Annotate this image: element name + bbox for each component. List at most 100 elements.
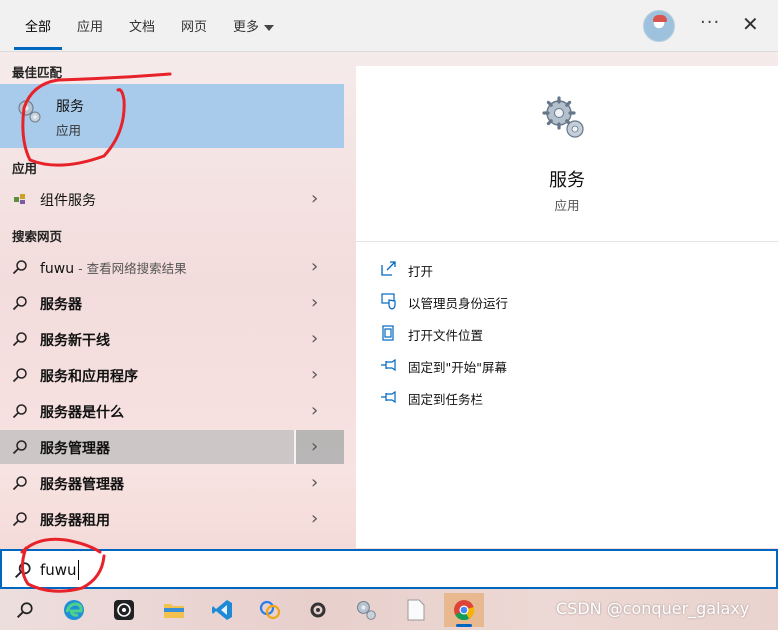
web-result-label: 服务器租用 (40, 513, 110, 529)
action-pin-to-start[interactable]: 固定到"开始"屏幕 (376, 354, 676, 378)
search-icon (12, 260, 27, 275)
action-pin-to-taskbar[interactable]: 固定到任务栏 (376, 386, 676, 410)
chevron-right-icon[interactable]: › (311, 256, 318, 277)
folder-icon (164, 604, 184, 618)
active-tab-indicator (14, 47, 62, 50)
more-options-icon[interactable]: ··· (700, 12, 720, 33)
web-result[interactable]: 服务器 › (0, 286, 344, 320)
best-match-subtitle: 应用 (56, 123, 82, 138)
chevron-right-icon[interactable]: › (311, 328, 318, 349)
document-icon (407, 599, 425, 621)
web-result-label: 服务和应用程序 (40, 369, 138, 385)
detail-panel: 服务 应用 打开 以管理员身份运行 打开文件位置 固定到"开始"屏幕 固定到任务… (356, 66, 778, 548)
chevron-right-icon[interactable]: › (311, 508, 318, 529)
search-icon (12, 332, 27, 347)
section-apps: 应用 (12, 161, 38, 176)
taskbar-search-button[interactable] (4, 593, 44, 627)
section-best-match: 最佳匹配 (12, 65, 63, 80)
search-icon (12, 296, 27, 311)
edge-browser-icon (64, 600, 84, 620)
taskbar-notepad[interactable] (396, 593, 436, 627)
web-result-hovered[interactable]: 服务管理器 › (0, 430, 344, 464)
search-icon (12, 476, 27, 491)
chevron-right-icon[interactable]: › (311, 400, 318, 421)
tab-web[interactable]: 网页 (181, 16, 207, 35)
chevron-right-icon[interactable]: › (311, 472, 318, 493)
web-result[interactable]: 服务和应用程序 › (0, 358, 344, 392)
taskbar-settings[interactable] (298, 593, 338, 627)
search-box (0, 549, 778, 589)
taskbar-vscode[interactable] (202, 593, 242, 627)
chevron-right-icon[interactable]: › (311, 292, 318, 313)
taskbar-file-explorer[interactable] (154, 593, 194, 627)
app-icon (259, 600, 281, 620)
web-result[interactable]: 服务器管理器 › (0, 466, 344, 500)
divider (356, 241, 778, 242)
watermark: CSDN @conquer_galaxy (556, 599, 750, 618)
avatar[interactable] (643, 10, 675, 42)
taskbar-services[interactable] (346, 593, 386, 627)
web-result-label: 服务器管理器 (40, 477, 124, 493)
search-icon (12, 440, 27, 455)
chatgpt-icon (114, 600, 134, 620)
search-icon (12, 512, 27, 527)
tab-documents[interactable]: 文档 (129, 16, 155, 35)
action-label: 固定到任务栏 (408, 392, 484, 407)
taskbar: CSDN @conquer_galaxy (0, 589, 778, 630)
component-services-icon (14, 194, 25, 204)
vscode-icon (212, 600, 232, 620)
chevron-right-icon[interactable]: › (311, 188, 318, 209)
services-gear-icon (357, 601, 376, 620)
web-result[interactable]: 服务器租用 › (0, 502, 344, 536)
chevron-right-icon[interactable]: › (311, 364, 318, 385)
taskbar-chatgpt[interactable] (104, 593, 144, 627)
taskbar-app[interactable] (250, 593, 290, 627)
web-result[interactable]: fuwu - 查看网络搜索结果 › (0, 250, 344, 284)
web-result-label: 服务器是什么 (40, 405, 124, 421)
action-open[interactable]: 打开 (376, 258, 676, 282)
web-result-label: 服务器 (40, 297, 82, 313)
web-result[interactable]: 服务器是什么 › (0, 394, 344, 428)
tab-more-label: 更多 (233, 20, 260, 35)
action-label: 打开 (408, 264, 434, 279)
action-open-file-location[interactable]: 打开文件位置 (376, 322, 676, 346)
text-cursor (78, 560, 79, 580)
chevron-right-icon[interactable]: › (311, 436, 318, 457)
tab-apps[interactable]: 应用 (77, 16, 103, 35)
search-scope-bar: 全部 应用 文档 网页 更多 ··· ✕ (0, 0, 778, 52)
detail-title: 服务 (549, 170, 585, 191)
services-gear-icon (18, 100, 41, 123)
action-run-as-admin[interactable]: 以管理员身份运行 (376, 290, 676, 314)
close-icon[interactable]: ✕ (742, 12, 759, 36)
pin-icon (381, 358, 396, 372)
web-result-label: 服务新干线 (40, 333, 110, 349)
search-icon (17, 602, 33, 618)
shield-icon (381, 293, 396, 310)
action-label: 打开文件位置 (408, 328, 484, 343)
web-result-suffix: - 查看网络搜索结果 (74, 261, 187, 276)
gear-icon (310, 602, 326, 618)
best-match-title: 服务 (56, 99, 84, 115)
app-result-component-services[interactable]: 组件服务 › (0, 182, 344, 216)
web-result[interactable]: 服务新干线 › (0, 322, 344, 356)
chevron-down-icon (264, 24, 275, 31)
taskbar-chrome[interactable] (444, 593, 484, 627)
best-match-result[interactable]: 服务 应用 (0, 84, 344, 148)
section-web: 搜索网页 (12, 229, 63, 244)
tab-all[interactable]: 全部 (25, 16, 51, 35)
expand-button[interactable] (294, 430, 344, 464)
search-input[interactable] (40, 557, 740, 583)
web-result-label: fuwu - 查看网络搜索结果 (40, 258, 187, 277)
web-result-label: 服务管理器 (40, 441, 110, 457)
detail-subtitle: 应用 (554, 198, 580, 213)
file-location-icon (382, 325, 394, 341)
search-icon (12, 404, 27, 419)
taskbar-edge[interactable] (54, 593, 94, 627)
app-result-label: 组件服务 (40, 193, 96, 209)
open-icon (381, 261, 396, 276)
active-app-indicator (456, 624, 472, 627)
search-icon (15, 562, 31, 578)
tab-more[interactable]: 更多 (233, 16, 275, 35)
web-result-query: fuwu (40, 261, 75, 277)
chrome-browser-icon (454, 600, 475, 621)
